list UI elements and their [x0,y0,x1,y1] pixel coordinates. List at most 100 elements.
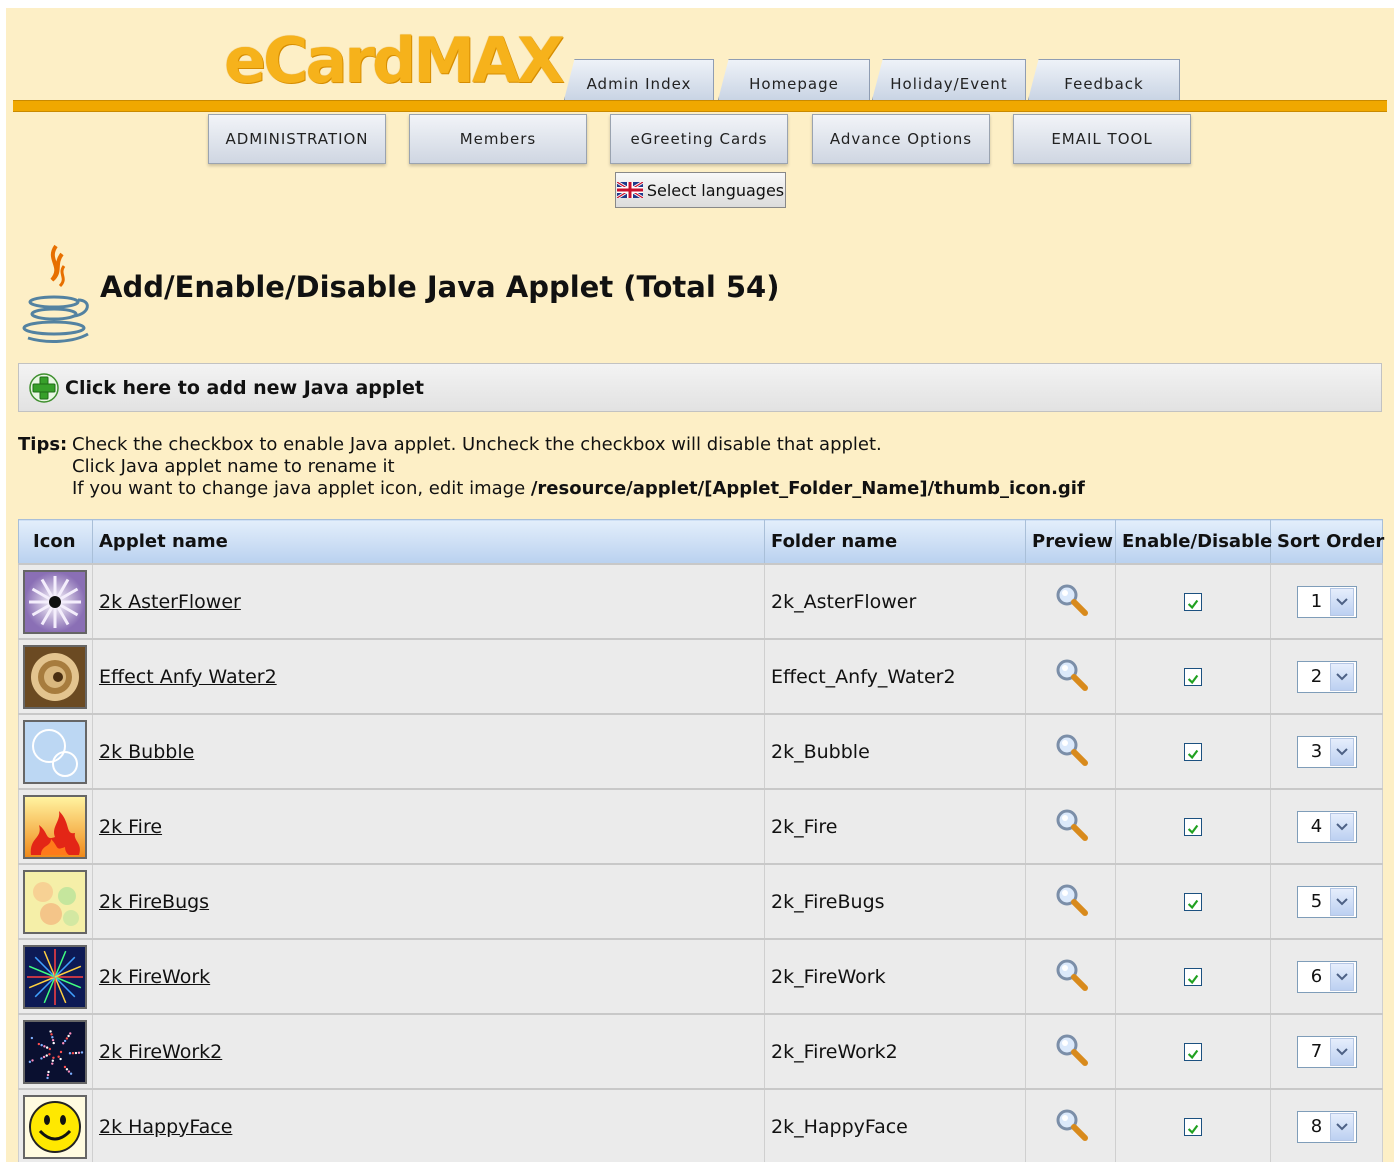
tips-label: Tips: [18,434,68,455]
chevron-down-icon[interactable] [1329,1037,1354,1066]
aster-flower-thumb [23,569,87,634]
preview-cell [1025,1088,1116,1162]
sort-order-select[interactable]: 7 [1296,1035,1357,1068]
folder-name-cell: Effect_Anfy_Water2 [764,638,1026,715]
applet-name-link[interactable]: 2k HappyFace [99,1116,232,1138]
folder-name-cell: 2k_AsterFlower [764,563,1026,640]
folder-name-cell: 2k_HappyFace [764,1088,1026,1162]
tab-homepage[interactable]: Homepage [718,59,870,100]
select-languages-button[interactable]: Select languages [615,172,786,208]
uk-flag-icon [616,182,643,198]
enable-cell [1115,1013,1271,1090]
applet-name-link[interactable]: Effect Anfy Water2 [99,666,277,688]
fire-thumb [23,794,87,859]
chevron-down-icon[interactable] [1329,812,1354,841]
chevron-down-icon[interactable] [1329,887,1354,916]
sort-cell: 7 [1270,1013,1383,1090]
nav-advance-options[interactable]: Advance Options [812,114,990,164]
enable-checkbox[interactable] [1184,743,1202,761]
happy-face-thumb [23,1094,87,1159]
applet-name-cell: 2k HappyFace [92,1088,765,1162]
sort-order-value: 3 [1310,741,1323,762]
enable-checkbox[interactable] [1184,1043,1202,1061]
applet-name-link[interactable]: 2k AsterFlower [99,591,241,613]
sort-order-value: 7 [1310,1041,1323,1062]
enable-checkbox[interactable] [1184,968,1202,986]
select-languages-label: Select languages [646,180,785,200]
tab-admin-index[interactable]: Admin Index [564,59,714,100]
sort-order-select[interactable]: 4 [1296,810,1357,843]
enable-checkbox[interactable] [1184,818,1202,836]
page-title: Add/Enable/Disable Java Applet (Total 54… [100,270,780,304]
folder-name: 2k_HappyFace [771,1115,908,1138]
preview-cell [1025,713,1116,790]
enable-checkbox[interactable] [1184,1118,1202,1136]
icon-cell [18,788,93,865]
sort-order-select[interactable]: 6 [1296,960,1357,993]
magnifier-icon[interactable] [1054,732,1088,771]
enable-cell [1115,638,1271,715]
sort-order-select[interactable]: 8 [1296,1110,1357,1143]
folder-name: 2k_FireWork2 [771,1040,898,1063]
table-row: Effect Anfy Water2 Effect_Anfy_Water2 2 [18,638,1383,715]
sort-order-select[interactable]: 3 [1296,735,1357,768]
sort-cell: 1 [1270,563,1383,640]
magnifier-icon[interactable] [1054,957,1088,996]
magnifier-icon[interactable] [1054,882,1088,921]
tab-holiday-event[interactable]: Holiday/Event [872,59,1026,100]
chevron-down-icon[interactable] [1329,662,1354,691]
add-applet-bar[interactable]: Click here to add new Java applet [18,363,1382,412]
enable-checkbox[interactable] [1184,893,1202,911]
add-applet-link[interactable]: Click here to add new Java applet [65,377,424,399]
applet-name-link[interactable]: 2k FireWork [99,966,210,988]
enable-checkbox[interactable] [1184,668,1202,686]
folder-name: 2k_Fire [771,815,838,838]
magnifier-icon[interactable] [1054,582,1088,621]
chevron-down-icon[interactable] [1329,1112,1354,1141]
sort-order-select[interactable]: 1 [1296,585,1357,618]
sort-cell: 6 [1270,938,1383,1015]
applet-name-link[interactable]: 2k Bubble [99,741,194,763]
chevron-down-icon[interactable] [1329,962,1354,991]
nav-egreeting-cards[interactable]: eGreeting Cards [610,114,788,164]
nav-members[interactable]: Members [409,114,587,164]
applet-name-link[interactable]: 2k FireBugs [99,891,209,913]
nav-administration[interactable]: ADMINISTRATION [208,114,386,164]
sort-cell: 3 [1270,713,1383,790]
tip-line-3-text: If you want to change java applet icon, … [72,478,531,499]
table-row: 2k FireWork 2k_FireWork 6 [18,938,1383,1015]
applet-name-link[interactable]: 2k FireWork2 [99,1041,222,1063]
sort-order-select[interactable]: 5 [1296,885,1357,918]
magnifier-icon[interactable] [1054,1032,1088,1071]
applet-name-link[interactable]: 2k Fire [99,816,162,838]
add-plus-icon[interactable] [29,372,59,403]
chevron-down-icon[interactable] [1329,737,1354,766]
tab-feedback[interactable]: Feedback [1028,59,1180,100]
applet-name-cell: Effect Anfy Water2 [92,638,765,715]
sort-order-value: 1 [1310,591,1323,612]
preview-cell [1025,638,1116,715]
folder-name: 2k_Bubble [771,740,870,763]
chevron-down-icon[interactable] [1329,587,1354,616]
firework-thumb [23,944,87,1009]
applet-name-cell: 2k Fire [92,788,765,865]
magnifier-icon[interactable] [1054,1107,1088,1146]
enable-checkbox[interactable] [1184,593,1202,611]
tip-line-3: If you want to change java applet icon, … [72,478,1085,500]
table-row: 2k AsterFlower 2k_AsterFlower 1 [18,563,1383,640]
col-preview: Preview [1025,519,1116,565]
folder-name: 2k_FireBugs [771,890,885,913]
magnifier-icon[interactable] [1054,657,1088,696]
col-sort-order: Sort Order [1270,519,1384,565]
enable-cell [1115,788,1271,865]
applet-name-cell: 2k AsterFlower [92,563,765,640]
tip-line-1: Check the checkbox to enable Java applet… [72,434,882,455]
sort-order-select[interactable]: 2 [1296,660,1357,693]
nav-email-tool[interactable]: EMAIL TOOL [1013,114,1191,164]
tip-line-2: Click Java applet name to rename it [72,456,395,477]
ecardmax-logo[interactable]: eCardMAX [224,30,565,92]
table-row: 2k FireWork2 2k_FireWork2 7 [18,1013,1383,1090]
icon-cell [18,563,93,640]
folder-name-cell: 2k_FireWork [764,938,1026,1015]
magnifier-icon[interactable] [1054,807,1088,846]
